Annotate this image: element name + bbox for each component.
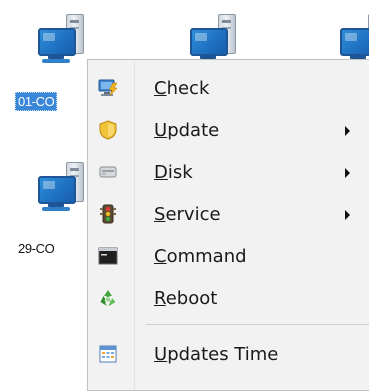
- mnemonic-letter: R: [154, 288, 166, 309]
- menu-item-label: heck: [166, 78, 210, 99]
- menu-item-label: eboot: [165, 288, 218, 309]
- menu-item-label: isk: [167, 162, 193, 183]
- menu-separator: [146, 324, 369, 325]
- menu-item-updates-time[interactable]: Updates Time: [88, 334, 369, 374]
- console-icon: [98, 247, 118, 265]
- menu-item-command[interactable]: Command: [88, 236, 369, 276]
- monitor-lightning-icon: [98, 79, 118, 97]
- submenu-arrow-icon: [345, 168, 350, 178]
- recycle-icon: [100, 290, 116, 306]
- shield-icon: [99, 120, 117, 140]
- menu-item-check[interactable]: Check: [88, 68, 369, 108]
- disk-drive-icon: [99, 166, 117, 178]
- mnemonic-letter: S: [154, 204, 166, 225]
- computer-icon[interactable]: [34, 162, 90, 222]
- desktop-icon-label[interactable]: 29-CO: [18, 241, 55, 256]
- menu-item-disk[interactable]: Disk: [88, 152, 369, 192]
- menu-item-reboot[interactable]: Reboot: [88, 278, 369, 318]
- mnemonic-letter: C: [154, 246, 167, 267]
- mnemonic-letter: U: [154, 120, 168, 141]
- submenu-arrow-icon: [345, 210, 350, 220]
- menu-item-label: ommand: [166, 246, 247, 267]
- submenu-arrow-icon: [345, 126, 350, 136]
- menu-item-update[interactable]: Update: [88, 110, 369, 150]
- menu-item-label: ervice: [165, 204, 221, 225]
- computer-icon[interactable]: [34, 14, 90, 74]
- mnemonic-letter: C: [154, 78, 167, 99]
- menu-item-label: pdate: [167, 120, 220, 141]
- mnemonic-letter: D: [154, 162, 168, 183]
- menu-item-label: pdates Time: [167, 344, 279, 365]
- traffic-light-icon: [100, 204, 116, 224]
- menu-item-service[interactable]: Service: [88, 194, 369, 234]
- mnemonic-letter: U: [154, 344, 168, 365]
- context-menu: Check Update Disk Service Command Reboot…: [87, 59, 369, 391]
- calendar-icon: [99, 345, 117, 363]
- desktop-icon-label[interactable]: 01-CO: [15, 92, 58, 111]
